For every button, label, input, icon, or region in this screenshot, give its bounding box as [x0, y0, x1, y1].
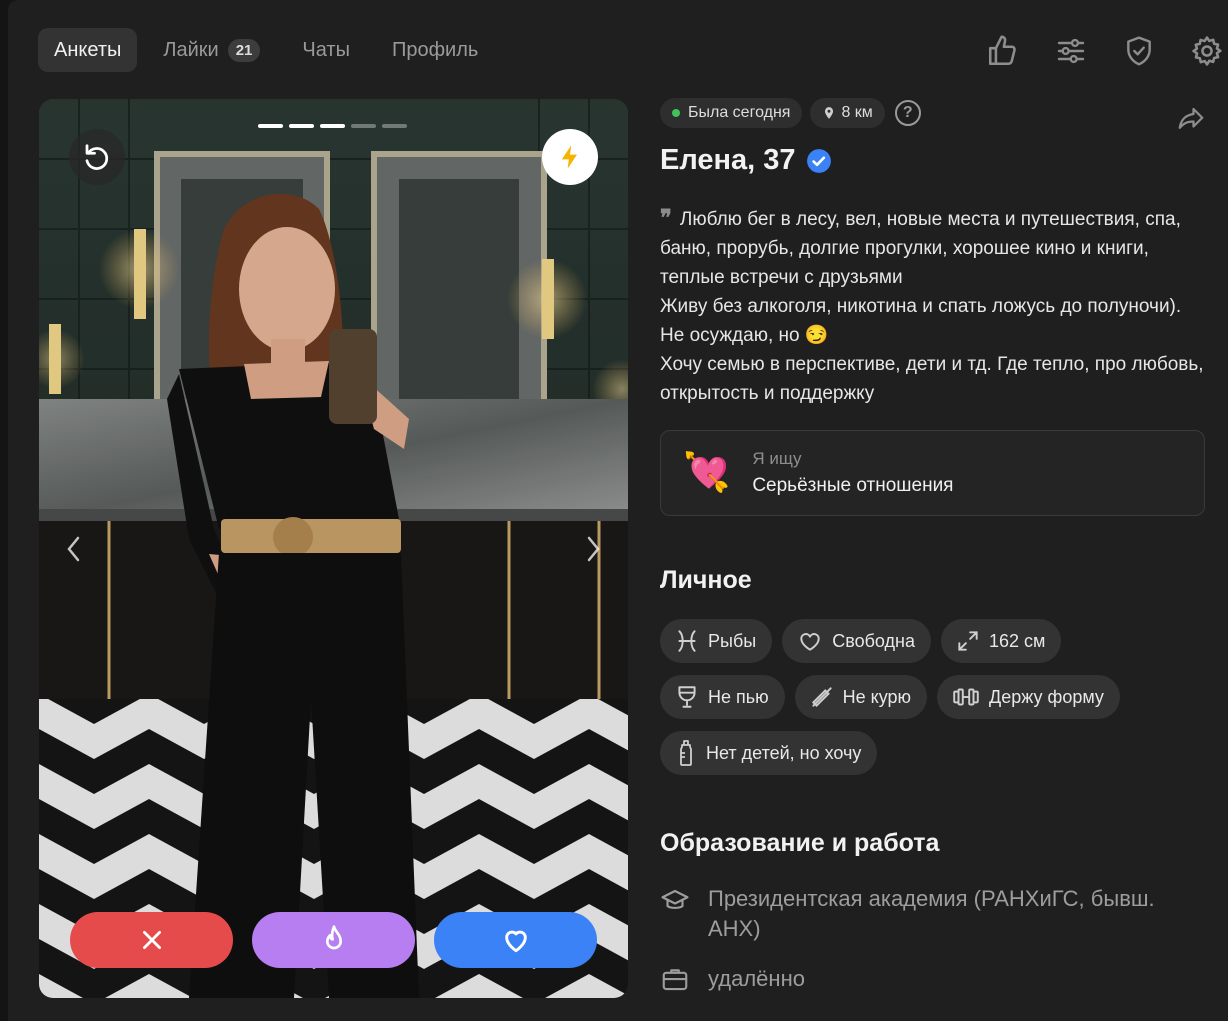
quote-icon: ❞	[660, 205, 672, 230]
photo-progress-segment	[320, 124, 345, 128]
chip-zodiac: Рыбы	[660, 619, 773, 663]
tab-label: Анкеты	[54, 38, 122, 61]
tab-profile[interactable]: Профиль	[376, 28, 494, 72]
chevron-left-icon	[67, 536, 80, 562]
heart-arrow-icon: 💘	[683, 452, 731, 494]
chip-label: Не пью	[708, 686, 769, 707]
close-icon	[142, 931, 161, 949]
seeking-card: 💘 Я ищу Серьёзные отношения	[660, 430, 1205, 516]
share-icon	[1178, 107, 1204, 129]
photo-progress-segment	[258, 124, 283, 128]
prev-photo-button[interactable]	[59, 529, 89, 569]
chip-children: Нет детей, но хочу	[660, 731, 878, 775]
chip-label: 162 см	[988, 630, 1046, 651]
profile-photo	[39, 99, 628, 998]
profile-details: Была сегодня 8 км ? Елена, 37 ❞ Люблю бег…	[660, 98, 1210, 994]
no-smoking-icon	[811, 687, 832, 708]
distance-badge: 8 км	[810, 98, 885, 128]
bio-line-2: Живу без алкоголя, никотина и спать ложу…	[660, 296, 1182, 346]
share-button[interactable]	[1174, 104, 1208, 139]
education-item: Президентская академия (РАНХиГС, бывш. А…	[660, 884, 1210, 944]
graduation-cap-icon	[661, 889, 689, 909]
online-status-badge: Была сегодня	[660, 98, 803, 128]
online-dot	[672, 109, 680, 117]
seeking-label: Я ищу	[752, 449, 802, 468]
action-buttons	[70, 912, 597, 968]
photo-progress	[258, 124, 407, 128]
work-item: удалённо	[660, 964, 1210, 994]
flame-icon	[325, 925, 342, 950]
university-text: Президентская академия (РАНХиГС, бывш. А…	[708, 886, 1155, 941]
undo-button[interactable]	[69, 129, 125, 185]
work-text: удалённо	[708, 966, 805, 991]
tab-profiles[interactable]: Анкеты	[38, 28, 138, 72]
undo-icon	[85, 144, 109, 170]
glass-icon	[678, 686, 696, 708]
heart-icon	[504, 930, 527, 953]
chip-fitness: Держу форму	[937, 675, 1120, 719]
chip-label: Не курю	[842, 686, 912, 707]
verified-icon	[806, 148, 831, 173]
distance-text: 8 км	[841, 104, 873, 121]
chip-smoking: Не курю	[794, 675, 928, 719]
photo-progress-segment	[382, 124, 407, 128]
briefcase-icon	[662, 969, 688, 991]
sliders-icon[interactable]	[1050, 30, 1092, 72]
boost-button[interactable]	[542, 129, 598, 185]
lightning-icon	[561, 145, 577, 169]
seeking-value: Серьёзные отношения	[752, 475, 954, 496]
bio-line-3: Хочу семью в перспективе, дети и тд. Где…	[660, 354, 1204, 404]
likes-count-badge: 21	[227, 38, 261, 62]
next-photo-button[interactable]	[578, 529, 608, 569]
expand-icon	[958, 631, 978, 651]
tab-chats[interactable]: Чаты	[286, 28, 366, 72]
baby-bottle-icon	[680, 740, 692, 766]
photo-progress-segment	[351, 124, 376, 128]
location-pin-icon	[825, 107, 834, 119]
top-nav: Анкеты Лайки 21 Чаты Профиль	[38, 28, 504, 72]
photo-progress-segment	[289, 124, 314, 128]
pisces-icon	[678, 630, 696, 652]
chip-alcohol: Не пью	[660, 675, 785, 719]
shield-check-icon[interactable]	[1118, 30, 1160, 72]
personal-chips: Рыбы Свободна 162 см Не пью Не курю Держ…	[660, 619, 1180, 775]
thumbs-up-icon[interactable]	[982, 30, 1024, 72]
chip-label: Свободна	[832, 630, 915, 651]
app-window: Анкеты Лайки 21 Чаты Профиль Была сегодн…	[8, 0, 1228, 1021]
heart-outline-icon	[800, 633, 820, 651]
personal-section-title: Личное	[660, 566, 752, 594]
dislike-button[interactable]	[70, 912, 233, 968]
chip-label: Нет детей, но хочу	[706, 742, 862, 763]
tab-label: Профиль	[391, 38, 479, 61]
tab-label: Лайки	[163, 38, 219, 61]
profile-meta: Была сегодня 8 км ?	[660, 98, 1210, 128]
bio-line-1: ❞ Люблю бег в лесу, вел, новые места и пу…	[660, 203, 1210, 292]
dumbbell-icon	[953, 688, 979, 706]
status-text: Была сегодня	[688, 104, 791, 121]
help-button[interactable]: ?	[894, 100, 921, 126]
chip-label: Рыбы	[708, 630, 757, 651]
top-actions	[982, 30, 1228, 72]
profile-photo-card[interactable]	[39, 99, 628, 998]
superlike-button[interactable]	[252, 912, 415, 968]
education-section-title: Образование и работа	[660, 829, 940, 857]
bio-text: Люблю бег в лесу, вел, новые места и пут…	[660, 209, 1181, 288]
gear-icon[interactable]	[1186, 30, 1228, 72]
tab-likes[interactable]: Лайки 21	[147, 28, 276, 72]
profile-name: Елена, 37	[660, 144, 1210, 177]
chip-label: Держу форму	[989, 686, 1104, 707]
chip-height: 162 см	[940, 619, 1062, 663]
name-age-text: Елена, 37	[660, 144, 796, 176]
bio: ❞ Люблю бег в лесу, вел, новые места и пу…	[660, 203, 1210, 408]
like-button[interactable]	[434, 912, 597, 968]
tab-label: Чаты	[302, 38, 350, 61]
chip-relationship: Свободна	[782, 619, 931, 663]
chevron-right-icon	[587, 536, 600, 562]
